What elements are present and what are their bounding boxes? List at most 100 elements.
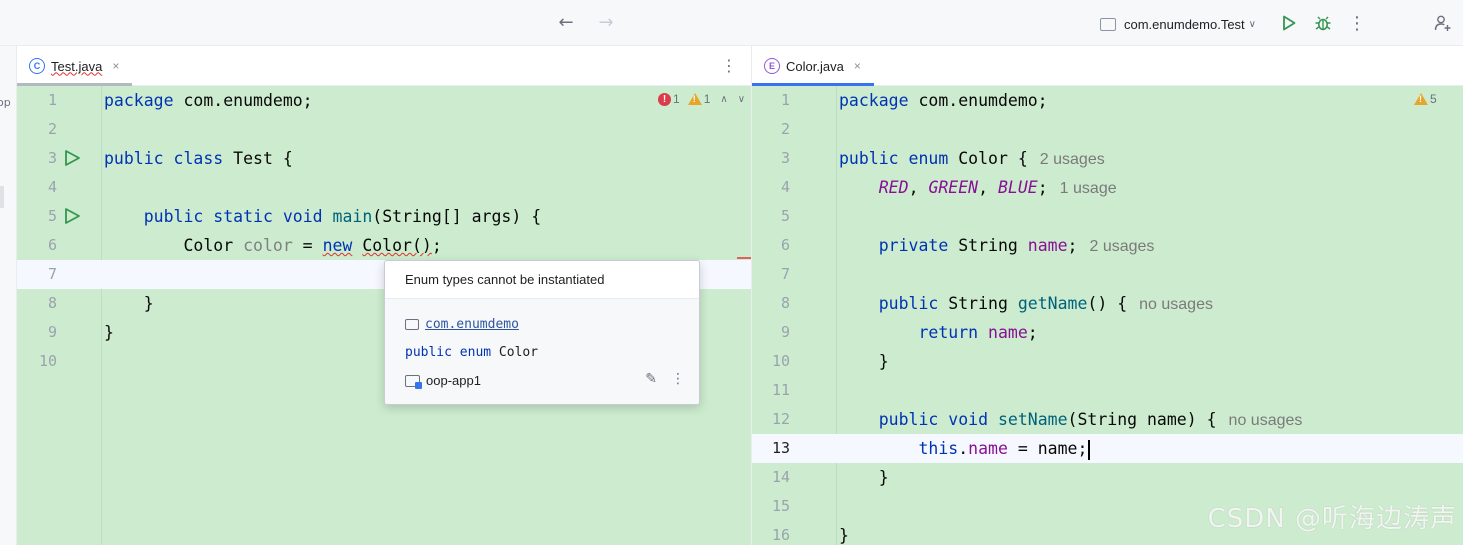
line-number: 14 (771, 468, 790, 486)
code-editor-color[interactable]: 5 1 package com.enumdemo; 2 3 public enum Co… (752, 86, 1463, 545)
code-text: package com.enumdemo; (839, 91, 1048, 110)
tab-test-java[interactable]: C Test.java × (17, 46, 132, 86)
more-icon[interactable]: ⋮ (721, 56, 737, 75)
run-config-label: com.enumdemo.Test (1124, 16, 1245, 32)
main-toolbar: ← → com.enumdemo.Test ∨ ⋮ (0, 0, 1463, 46)
error-stripe-marker[interactable] (737, 257, 751, 259)
usage-hint[interactable]: 2 usages (1040, 151, 1105, 168)
close-icon[interactable]: × (854, 59, 861, 73)
project-tool-strip: op (0, 46, 17, 545)
line-number: 1 (780, 91, 790, 109)
code-line: 2 (17, 115, 751, 144)
code-text: public class Test { (104, 149, 293, 168)
run-gutter-icon[interactable] (63, 207, 81, 225)
line-number: 2 (47, 120, 57, 138)
line-number: 5 (780, 207, 790, 225)
line-number: 6 (47, 236, 57, 254)
code-line: 9 return name; (752, 318, 1463, 347)
usage-hint[interactable]: 1 usage (1060, 180, 1117, 197)
usage-hint[interactable]: no usages (1229, 412, 1303, 429)
line-number: 4 (780, 178, 790, 196)
declaration: public enum Color (405, 345, 538, 360)
package-link[interactable]: com.enumdemo (405, 317, 519, 332)
usage-hint[interactable]: no usages (1139, 296, 1213, 313)
code-line: 12 public void setName(String name) {no … (752, 405, 1463, 434)
tab-color-java[interactable]: E Color.java × (752, 46, 874, 86)
watermark: CSDN @听海边涛声 (1207, 504, 1457, 534)
line-number: 6 (780, 236, 790, 254)
error-message: Enum types cannot be instantiated (405, 272, 605, 287)
module-name: oop-app1 (426, 373, 481, 388)
run-button[interactable] (1278, 12, 1300, 34)
code-line: 1 package com.enumdemo; (17, 86, 751, 115)
package-icon (405, 319, 419, 330)
module-icon (405, 374, 422, 389)
code-line: 1 package com.enumdemo; (752, 86, 1463, 115)
line-number: 12 (771, 410, 790, 428)
code-text: public String getName() {no usages (878, 294, 1213, 313)
line-number: 11 (771, 381, 790, 399)
add-user-button[interactable] (1432, 12, 1454, 34)
code-text: package com.enumdemo; (104, 91, 313, 110)
line-number: 8 (47, 294, 57, 312)
java-class-icon: C (29, 58, 45, 74)
user-plus-icon (1434, 15, 1451, 31)
usage-hint[interactable]: 2 usages (1089, 238, 1154, 255)
text-caret (1088, 439, 1091, 460)
line-number: 15 (771, 497, 790, 515)
popup-actions: ✎ ⋮ (631, 371, 685, 387)
module-row: oop-app1 (405, 373, 481, 389)
run-icon (1283, 15, 1296, 31)
code-line: 10 } (752, 347, 1463, 376)
line-number: 10 (38, 352, 57, 370)
code-line: 6 private String name; 2 usages (752, 231, 1463, 260)
line-number: 8 (780, 294, 790, 312)
code-text: public enum Color {2 usages (839, 149, 1105, 168)
line-number: 2 (780, 120, 790, 138)
run-gutter-icon[interactable] (63, 149, 81, 167)
code-line: 5 (752, 202, 1463, 231)
scroll-marker[interactable] (0, 186, 4, 208)
line-number: 9 (780, 323, 790, 341)
code-line: 5 public static void main(String[] args)… (17, 202, 751, 231)
java-enum-icon: E (764, 58, 780, 74)
close-icon[interactable]: × (112, 59, 119, 73)
code-line: 7 (752, 260, 1463, 289)
chevron-down-icon: ∨ (1248, 18, 1256, 30)
line-number: 16 (771, 526, 790, 544)
code-line: 3 public class Test { (17, 144, 751, 173)
left-tab-bar: C Test.java × ⋮ (17, 46, 751, 86)
code-line: 2 (752, 115, 1463, 144)
code-line-current: 13 this.name = name; (752, 434, 1463, 463)
code-line: 8 public String getName() {no usages (752, 289, 1463, 318)
arrow-left-icon[interactable]: ← (555, 12, 577, 34)
tab-label: Color.java (786, 58, 844, 74)
line-number: 3 (47, 149, 57, 167)
error-tooltip-popup: Enum types cannot be instantiated com.en… (384, 260, 700, 405)
line-number: 1 (47, 91, 57, 109)
bug-icon (1315, 16, 1331, 31)
code-text: } (839, 468, 889, 487)
code-text: private String name; 2 usages (878, 236, 1155, 255)
code-text: } (839, 352, 889, 371)
arrow-right-icon[interactable]: → (595, 12, 617, 34)
more-actions-button[interactable]: ⋮ (1346, 12, 1368, 34)
code-text: } (104, 323, 114, 342)
edit-icon[interactable]: ✎ (645, 371, 657, 387)
code-text: Color color = new Color(); (104, 236, 442, 255)
line-number: 13 (771, 439, 790, 457)
line-number: 5 (47, 207, 57, 225)
code-text: this.name = name; (839, 434, 1091, 463)
run-config-icon (1100, 17, 1116, 31)
more-icon[interactable]: ⋮ (671, 371, 685, 387)
package-name[interactable]: com.enumdemo (425, 317, 519, 332)
debug-button[interactable] (1312, 12, 1334, 34)
project-label: op (0, 96, 11, 109)
code-text: return name; (918, 323, 1038, 342)
run-configuration-selector[interactable]: com.enumdemo.Test ∨ (1100, 13, 1256, 35)
code-line: 11 (752, 376, 1463, 405)
code-text: public void setName(String name) {no usa… (878, 410, 1303, 429)
quick-doc-section: com.enumdemo public enum Color oop-app1 … (385, 299, 699, 404)
line-number: 9 (47, 323, 57, 341)
line-number: 3 (780, 149, 790, 167)
